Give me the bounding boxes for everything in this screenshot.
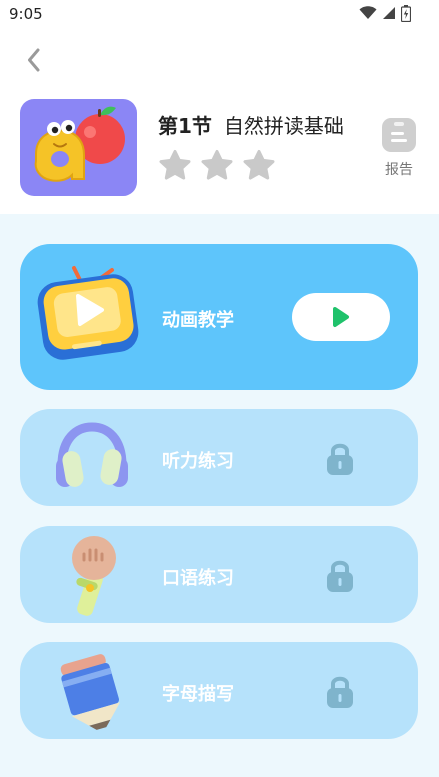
lesson-thumbnail	[20, 99, 137, 196]
headphones-icon	[56, 422, 128, 487]
module-card-speaking[interactable]: 口语练习	[20, 526, 418, 623]
battery-icon	[401, 4, 411, 22]
lesson-name: 自然拼读基础	[223, 114, 344, 138]
play-button[interactable]	[292, 293, 390, 341]
tv-icon	[37, 266, 139, 360]
status-bar: 9:05	[0, 0, 439, 28]
lock-icon	[327, 560, 353, 592]
module-label: 听力练习	[162, 451, 234, 472]
module-card-listening[interactable]: 听力练习	[20, 409, 418, 506]
letter-a-apple-illustration	[34, 106, 125, 182]
lock-icon	[327, 676, 353, 708]
report-label: 报告	[385, 162, 413, 178]
module-label: 动画教学	[162, 310, 234, 331]
module-card-animation[interactable]: 动画教学	[20, 244, 418, 390]
back-button[interactable]	[18, 44, 50, 76]
lesson-title: 第1节 自然拼读基础	[158, 110, 344, 139]
star-icon	[159, 150, 191, 180]
play-icon	[333, 307, 349, 327]
wifi-icon	[359, 6, 377, 19]
module-label: 口语练习	[162, 568, 234, 589]
lock-icon	[327, 443, 353, 475]
module-label: 字母描写	[162, 684, 234, 705]
pencil-icon	[60, 654, 120, 730]
status-icons	[359, 4, 411, 22]
report-icon	[382, 118, 416, 152]
status-time: 9:05	[9, 5, 43, 23]
chevron-left-icon	[28, 48, 40, 72]
report-button[interactable]: 报告	[379, 116, 419, 178]
star-icon	[201, 150, 233, 180]
star-icon	[243, 150, 275, 180]
signal-icon	[383, 7, 395, 19]
module-card-writing[interactable]: 字母描写	[20, 642, 418, 739]
star-rating	[158, 149, 276, 183]
microphone-icon	[72, 536, 116, 616]
lesson-number: 第1节	[158, 114, 212, 138]
